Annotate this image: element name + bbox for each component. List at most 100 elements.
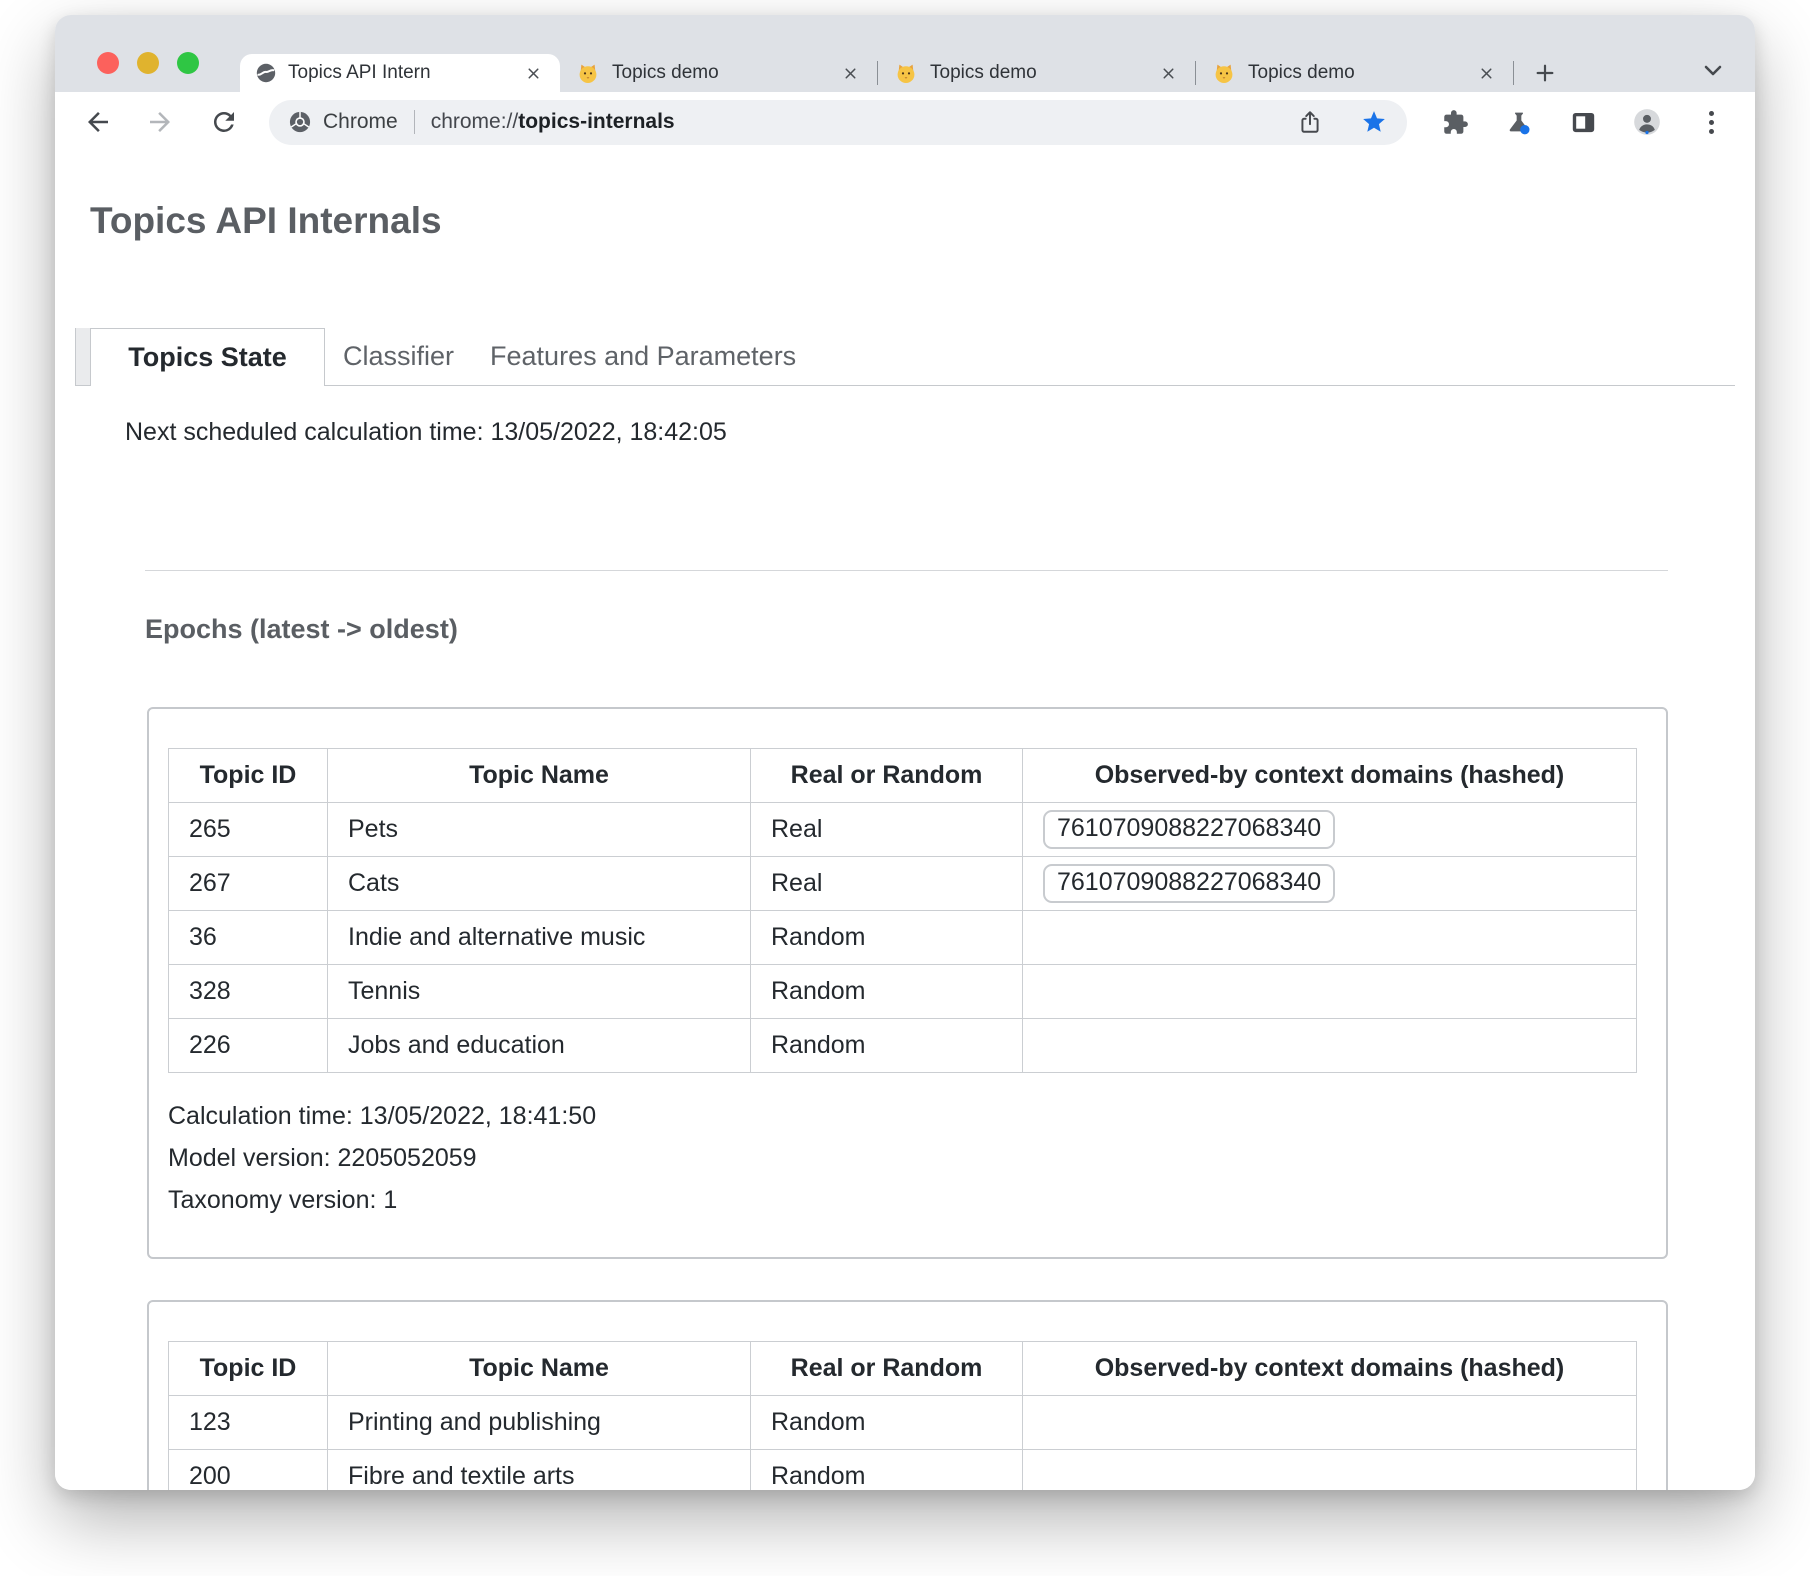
cell-domains: 7610709088227068340 xyxy=(1023,803,1637,857)
table-header-row: Topic ID Topic Name Real or Random Obser… xyxy=(169,1342,1637,1396)
cell-real-or-random: Real xyxy=(751,857,1023,911)
page-title: Topics API Internals xyxy=(90,200,442,242)
address-app-label: Chrome xyxy=(323,110,398,134)
next-calculation-label: Next scheduled calculation time: xyxy=(125,418,484,446)
domain-hash-chip: 7610709088227068340 xyxy=(1043,810,1335,849)
url-host: topics-internals xyxy=(518,110,674,134)
tab-title: Topics demo xyxy=(930,62,1160,84)
browser-tabs: Topics API Intern Topics demo T xyxy=(240,54,1556,92)
cell-topic-name: Indie and alternative music xyxy=(328,911,751,965)
url-scheme: chrome:// xyxy=(431,110,519,134)
table-row: 200 Fibre and textile arts Random xyxy=(169,1450,1637,1491)
address-bar[interactable]: Chrome chrome://topics-internals xyxy=(269,100,1407,145)
table-header-row: Topic ID Topic Name Real or Random Obser… xyxy=(169,749,1637,803)
browser-tab-topics-internals[interactable]: Topics API Intern xyxy=(240,54,560,92)
col-topic-name: Topic Name xyxy=(328,749,751,803)
cell-topic-id: 200 xyxy=(169,1450,328,1491)
close-tab-icon[interactable] xyxy=(1478,65,1495,82)
tab-bar-left-edge xyxy=(75,328,90,385)
cell-topic-name: Printing and publishing xyxy=(328,1396,751,1450)
side-panel-icon[interactable] xyxy=(1569,108,1597,136)
tab-features-and-parameters[interactable]: Features and Parameters xyxy=(472,328,814,385)
epochs-heading: Epochs (latest -> oldest) xyxy=(145,614,458,645)
cell-topic-name: Tennis xyxy=(328,965,751,1019)
tab-topics-state[interactable]: Topics State xyxy=(90,328,325,386)
epoch-card-latest: Topic ID Topic Name Real or Random Obser… xyxy=(147,707,1668,1259)
tab-search-chevron-down-icon[interactable] xyxy=(1701,58,1725,82)
section-divider xyxy=(145,570,1668,571)
cell-domains xyxy=(1023,965,1637,1019)
cell-domains xyxy=(1023,1019,1637,1073)
close-tab-icon[interactable] xyxy=(525,65,542,82)
extensions-puzzle-icon[interactable] xyxy=(1441,108,1469,136)
epoch-table: Topic ID Topic Name Real or Random Obser… xyxy=(168,1341,1637,1490)
col-topic-id: Topic ID xyxy=(169,749,328,803)
col-real-or-random: Real or Random xyxy=(751,1342,1023,1396)
cell-real-or-random: Random xyxy=(751,1019,1023,1073)
cell-topic-id: 265 xyxy=(169,803,328,857)
close-window-button[interactable] xyxy=(97,52,119,74)
reload-button[interactable] xyxy=(209,107,239,137)
taxonomy-version: Taxonomy version: 1 xyxy=(168,1179,1666,1221)
browser-tab-topics-demo-2[interactable]: Topics demo xyxy=(878,54,1195,92)
tab-title: Topics API Intern xyxy=(288,62,525,84)
window-controls xyxy=(97,52,199,74)
profile-avatar-icon[interactable] xyxy=(1633,108,1661,136)
menu-three-dots-icon[interactable] xyxy=(1697,108,1725,136)
back-button[interactable] xyxy=(83,107,113,137)
url-separator xyxy=(414,110,415,134)
tab-classifier[interactable]: Classifier xyxy=(325,328,472,385)
page-content: Topics API Internals Topics State Classi… xyxy=(55,152,1755,1490)
tab-divider xyxy=(1513,61,1514,85)
share-icon[interactable] xyxy=(1297,109,1323,135)
table-row: 226 Jobs and education Random xyxy=(169,1019,1637,1073)
model-version: Model version: 2205052059 xyxy=(168,1137,1666,1179)
new-tab-button[interactable] xyxy=(1534,62,1556,84)
cell-topic-name: Cats xyxy=(328,857,751,911)
minimize-window-button[interactable] xyxy=(137,52,159,74)
table-row: 36 Indie and alternative music Random xyxy=(169,911,1637,965)
table-row: 123 Printing and publishing Random xyxy=(169,1396,1637,1450)
cell-real-or-random: Real xyxy=(751,803,1023,857)
table-row: 328 Tennis Random xyxy=(169,965,1637,1019)
tab-title: Topics demo xyxy=(1248,62,1478,84)
browser-window: Topics API Intern Topics demo T xyxy=(55,15,1755,1490)
cell-real-or-random: Random xyxy=(751,911,1023,965)
col-real-or-random: Real or Random xyxy=(751,749,1023,803)
browser-tab-topics-demo-3[interactable]: Topics demo xyxy=(1196,54,1513,92)
epoch-meta: Calculation time: 13/05/2022, 18:41:50 M… xyxy=(168,1095,1666,1221)
cell-topic-name: Pets xyxy=(328,803,751,857)
zoom-window-button[interactable] xyxy=(177,52,199,74)
table-row: 267 Cats Real 7610709088227068340 xyxy=(169,857,1637,911)
forward-button[interactable] xyxy=(145,107,175,137)
chrome-labs-flask-icon[interactable] xyxy=(1505,108,1533,136)
col-topic-name: Topic Name xyxy=(328,1342,751,1396)
cell-topic-id: 267 xyxy=(169,857,328,911)
next-calculation-value: 13/05/2022, 18:42:05 xyxy=(490,418,726,446)
cell-topic-name: Fibre and textile arts xyxy=(328,1450,751,1491)
browser-tab-topics-demo-1[interactable]: Topics demo xyxy=(560,54,877,92)
close-tab-icon[interactable] xyxy=(1160,65,1177,82)
cell-topic-name: Jobs and education xyxy=(328,1019,751,1073)
cat-favicon-icon xyxy=(576,61,600,85)
cell-real-or-random: Random xyxy=(751,965,1023,1019)
browser-tab-strip: Topics API Intern Topics demo T xyxy=(55,15,1755,92)
page-tab-bar: Topics State Classifier Features and Par… xyxy=(75,328,1735,386)
browser-toolbar: Chrome chrome://topics-internals xyxy=(55,92,1755,152)
chrome-logo-icon xyxy=(289,111,311,133)
cell-domains xyxy=(1023,1450,1637,1491)
cat-favicon-icon xyxy=(894,61,918,85)
globe-favicon-icon xyxy=(256,63,276,83)
calculation-time: Calculation time: 13/05/2022, 18:41:50 xyxy=(168,1095,1666,1137)
cell-real-or-random: Random xyxy=(751,1396,1023,1450)
epoch-table: Topic ID Topic Name Real or Random Obser… xyxy=(168,748,1637,1073)
bookmark-star-icon[interactable] xyxy=(1361,109,1387,135)
cell-domains: 7610709088227068340 xyxy=(1023,857,1637,911)
cell-topic-id: 328 xyxy=(169,965,328,1019)
toolbar-action-icons xyxy=(1441,108,1725,136)
close-tab-icon[interactable] xyxy=(842,65,859,82)
table-row: 265 Pets Real 7610709088227068340 xyxy=(169,803,1637,857)
col-observed-domains: Observed-by context domains (hashed) xyxy=(1023,749,1637,803)
cell-real-or-random: Random xyxy=(751,1450,1023,1491)
col-topic-id: Topic ID xyxy=(169,1342,328,1396)
